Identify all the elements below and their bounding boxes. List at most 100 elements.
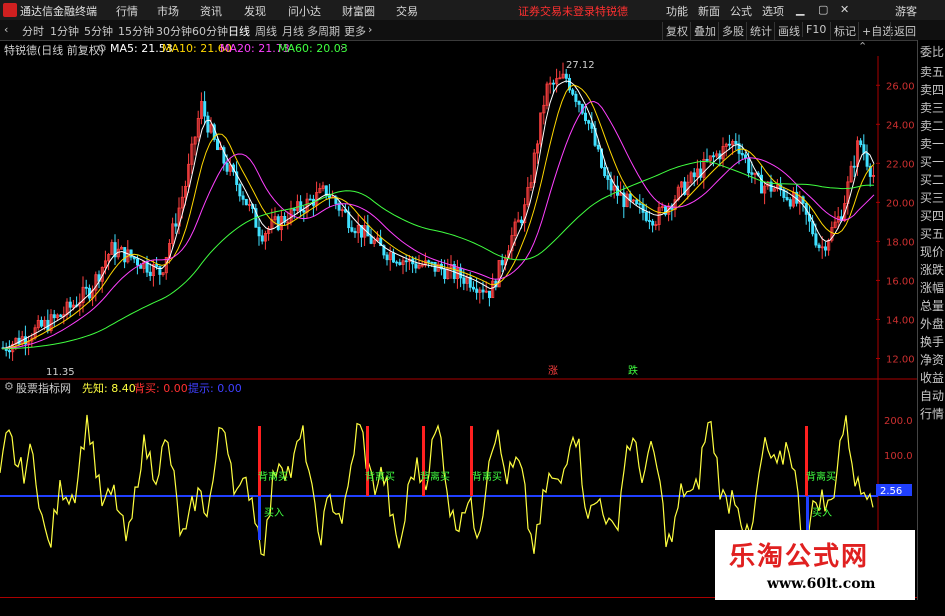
- candle-body: [590, 122, 594, 129]
- chevron-right-icon[interactable]: ›: [368, 23, 372, 36]
- candle-body: [603, 167, 607, 177]
- candle-body: [475, 288, 479, 293]
- options-button[interactable]: 选项: [762, 3, 784, 19]
- candle-body: [7, 350, 11, 353]
- candle-body: [587, 120, 591, 124]
- overlay-button[interactable]: 叠加: [690, 22, 719, 40]
- panel-label-weibi: 委比: [920, 45, 945, 59]
- candle-body: [430, 261, 434, 264]
- rise-marker: 涨: [548, 365, 558, 377]
- adjust-button[interactable]: 复权: [662, 22, 691, 40]
- indicator-info-bar: ⚙ 股票指标网 先知: 8.40 背买: 0.00 提示: 0.00: [0, 380, 880, 395]
- candle-body: [712, 155, 716, 158]
- candle-body: [635, 199, 639, 205]
- statistics-button[interactable]: 统计: [746, 22, 775, 40]
- tab-period-weekly[interactable]: 周线: [255, 23, 277, 39]
- panel-label-sell3: 卖三: [920, 101, 945, 115]
- menu-item-faxian[interactable]: 发现: [244, 3, 266, 19]
- function-button[interactable]: 功能: [666, 3, 688, 19]
- panel-label-buy4: 买四: [920, 209, 945, 223]
- candle-body: [244, 198, 248, 206]
- buy-label: 买入: [812, 507, 832, 519]
- divergence-label: 背离买: [258, 470, 288, 483]
- guest-label[interactable]: 游客: [895, 3, 917, 19]
- signal-bar: [258, 426, 261, 496]
- candle-body: [692, 172, 696, 178]
- candle-body: [155, 264, 159, 267]
- tab-period-multi[interactable]: 多周期: [307, 23, 340, 39]
- panel-label-netasset: 净资: [920, 353, 945, 367]
- close-icon[interactable]: ✕: [840, 3, 849, 16]
- candle-body: [68, 301, 72, 308]
- signal-bar: [422, 426, 425, 496]
- tab-period-monthly[interactable]: 月线: [282, 23, 304, 39]
- tab-period-5min[interactable]: 5分钟: [84, 23, 113, 39]
- candle-body: [395, 261, 399, 264]
- tab-period-15min[interactable]: 15分钟: [118, 23, 154, 39]
- minimize-icon[interactable]: ▁: [796, 3, 804, 16]
- menu-item-caifuquan[interactable]: 财富圈: [342, 3, 375, 19]
- candle-body: [641, 203, 645, 213]
- expand-icon[interactable]: ⌃: [858, 40, 867, 53]
- f10-button[interactable]: F10: [802, 22, 829, 37]
- candle-body: [404, 260, 408, 263]
- panel-label-buy1: 买一: [920, 155, 945, 169]
- candle-body: [638, 203, 642, 206]
- indicator-axis-label: 200.0: [884, 416, 913, 427]
- ma5-line: [1, 80, 875, 349]
- tab-period-more[interactable]: 更多: [344, 23, 366, 39]
- panel-label-volume: 总量: [920, 299, 945, 313]
- indicator-settings-icon[interactable]: ⚙: [4, 380, 14, 393]
- divergence-label: 背离买: [365, 470, 395, 483]
- price-axis-label: 12.00: [886, 354, 915, 365]
- menu-item-wenxiaoda[interactable]: 问小达: [288, 3, 321, 19]
- ma20-line: [1, 100, 875, 350]
- menu-item-hangqing[interactable]: 行情: [116, 3, 138, 19]
- trade-login-notice[interactable]: 证券交易未登录: [518, 3, 595, 19]
- candle-body: [158, 266, 162, 275]
- candle-body: [174, 223, 178, 227]
- candle-body: [500, 260, 504, 266]
- tab-period-timeshare[interactable]: 分时: [22, 23, 44, 39]
- title-bar: 通达信金融终端 行情 市场 资讯 发现 问小达 财富圈 交易 证券交易未登录 特…: [0, 0, 945, 21]
- candle-body: [609, 179, 613, 191]
- high-price-label: 27.12: [566, 60, 595, 71]
- indicator-name: 股票指标网: [16, 382, 71, 395]
- watermark-url: www.60lt.com: [767, 576, 876, 592]
- back-button[interactable]: 返回: [890, 22, 919, 40]
- mark-button[interactable]: 标记: [830, 22, 859, 40]
- ma60-value: MA60: 20.03: [278, 42, 348, 55]
- new-page-button[interactable]: 新面: [698, 3, 720, 19]
- panel-label-quote[interactable]: 行情: [920, 408, 944, 420]
- app-title: 通达信金融终端: [20, 5, 97, 18]
- buy-label: 买入: [264, 507, 284, 519]
- menu-item-zixun[interactable]: 资讯: [200, 3, 222, 19]
- ma60-line: [2, 161, 875, 350]
- period-toolbar: ‹ 分时 1分钟 5分钟 15分钟 30分钟 60分钟 日线 周线 月线 多周期…: [0, 20, 945, 41]
- candle-body: [651, 220, 655, 226]
- menu-item-jiaoyi[interactable]: 交易: [396, 3, 418, 19]
- tab-period-30min[interactable]: 30分钟: [156, 23, 192, 39]
- maximize-icon[interactable]: ▢: [818, 3, 828, 16]
- formula-button[interactable]: 公式: [730, 3, 752, 19]
- candle-body: [350, 227, 354, 232]
- candle-body: [520, 219, 524, 224]
- multi-stock-button[interactable]: 多股: [718, 22, 747, 40]
- candle-body: [648, 220, 652, 222]
- candle-body: [471, 286, 475, 290]
- menu-item-shichang[interactable]: 市场: [157, 3, 179, 19]
- tab-period-1min[interactable]: 1分钟: [50, 23, 79, 39]
- candle-body: [481, 289, 485, 293]
- draw-line-button[interactable]: 画线: [774, 22, 803, 40]
- tab-period-daily[interactable]: 日线: [228, 23, 250, 39]
- chevron-left-icon[interactable]: ‹: [4, 23, 8, 36]
- panel-label-auto[interactable]: 自动: [920, 390, 944, 402]
- tab-period-60min[interactable]: 60分钟: [192, 23, 228, 39]
- ma10-line: [1, 84, 875, 350]
- settings-gear-icon[interactable]: ⚙: [97, 42, 107, 55]
- panel-label-sell1: 卖一: [920, 137, 945, 151]
- indicator-beimai: 背买: 0.00: [134, 382, 188, 395]
- price-axis-label: 16.00: [886, 276, 915, 287]
- more-arrow-icon[interactable]: ›: [340, 41, 344, 54]
- candle-body: [398, 262, 402, 265]
